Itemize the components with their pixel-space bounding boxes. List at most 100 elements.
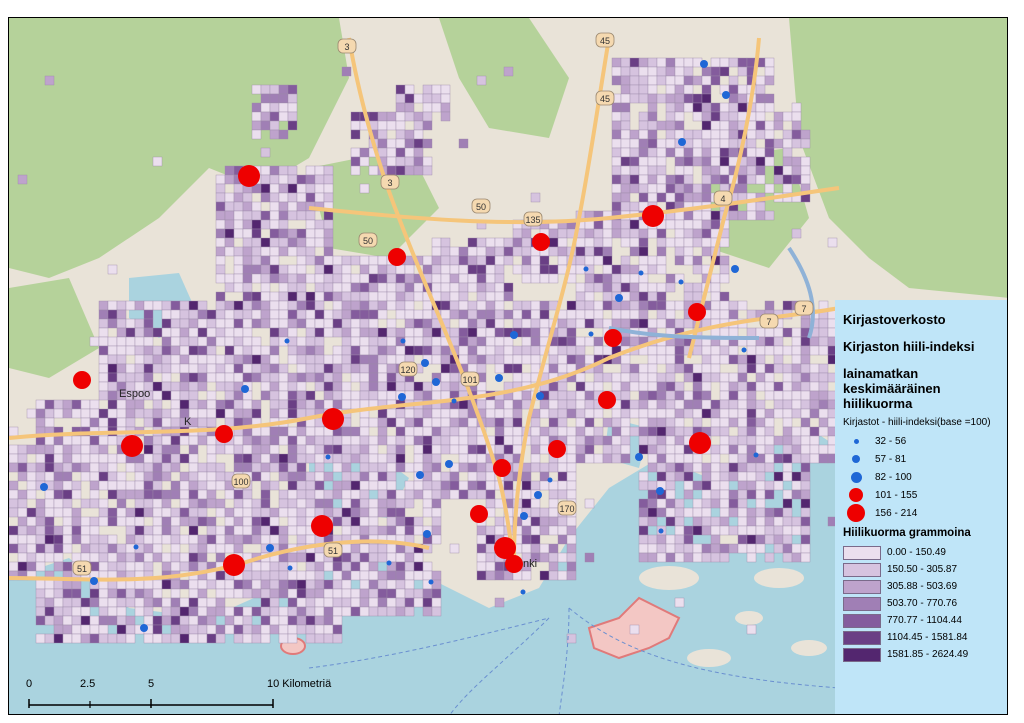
library-point[interactable] (536, 392, 544, 400)
grid-cell (314, 426, 325, 437)
library-point[interactable] (731, 265, 739, 273)
library-point[interactable] (470, 505, 488, 523)
grid-cell (107, 561, 118, 572)
library-point[interactable] (445, 460, 453, 468)
grid-cell (530, 480, 541, 491)
library-point[interactable] (311, 515, 333, 537)
grid-cell (404, 345, 415, 356)
grid-cell (404, 579, 415, 590)
library-point[interactable] (510, 331, 518, 339)
grid-cell (665, 219, 676, 230)
grid-cell (620, 111, 631, 122)
library-point[interactable] (688, 303, 706, 321)
library-point[interactable] (388, 248, 406, 266)
library-point[interactable] (241, 385, 249, 393)
library-point[interactable] (493, 459, 511, 477)
library-point[interactable] (432, 378, 440, 386)
grid-cell (737, 399, 748, 410)
library-point[interactable] (215, 425, 233, 443)
grid-cell (53, 624, 64, 635)
grid-cell (107, 480, 118, 491)
library-point[interactable] (40, 483, 48, 491)
library-point[interactable] (520, 512, 528, 520)
library-point[interactable] (238, 165, 260, 187)
library-point[interactable] (700, 60, 708, 68)
library-point[interactable] (598, 391, 616, 409)
library-point[interactable] (658, 528, 664, 534)
library-point[interactable] (140, 624, 148, 632)
grid-cell (107, 318, 118, 329)
grid-cell (359, 561, 370, 572)
library-point[interactable] (325, 454, 331, 460)
library-point[interactable] (400, 338, 406, 344)
library-point[interactable] (638, 270, 644, 276)
grid-cell (206, 390, 217, 401)
grid-cell (566, 336, 577, 347)
library-point[interactable] (548, 440, 566, 458)
grid-cell (197, 408, 208, 419)
library-point[interactable] (532, 233, 550, 251)
library-point[interactable] (741, 347, 747, 353)
library-point[interactable] (322, 408, 344, 430)
grid-cell (521, 372, 532, 383)
library-point[interactable] (520, 589, 526, 595)
library-point[interactable] (547, 477, 553, 483)
library-point[interactable] (73, 371, 91, 389)
grid-cell (278, 327, 289, 338)
library-point[interactable] (421, 359, 429, 367)
library-point[interactable] (386, 560, 392, 566)
grid-cell (431, 507, 442, 518)
grid-cell (647, 345, 658, 356)
library-point[interactable] (505, 555, 523, 573)
grid-cell (242, 264, 253, 275)
library-point[interactable] (642, 205, 664, 227)
grid-cell (674, 165, 685, 176)
grid-cell (125, 561, 136, 572)
library-point[interactable] (416, 471, 424, 479)
library-point[interactable] (398, 393, 406, 401)
library-point[interactable] (615, 294, 623, 302)
library-point[interactable] (266, 544, 274, 552)
library-point[interactable] (678, 138, 686, 146)
grid-cell (791, 471, 802, 482)
grid-cell (296, 498, 307, 509)
library-point[interactable] (753, 452, 759, 458)
grid-cell (233, 282, 244, 293)
library-point[interactable] (133, 544, 139, 550)
grid-cell (539, 444, 550, 455)
grid-cell (530, 327, 541, 338)
grid-cell (782, 399, 793, 410)
grid-cell (485, 480, 496, 491)
grid-cell (539, 435, 550, 446)
grid-cell (278, 525, 289, 536)
library-point[interactable] (722, 91, 730, 99)
library-point[interactable] (689, 432, 711, 454)
grid-cell (251, 453, 262, 464)
library-point[interactable] (588, 331, 594, 337)
library-point[interactable] (656, 487, 664, 495)
grid-cell (17, 489, 28, 500)
library-point[interactable] (121, 435, 143, 457)
library-point[interactable] (287, 565, 293, 571)
grid-cell (638, 372, 649, 383)
library-point[interactable] (495, 374, 503, 382)
library-point[interactable] (451, 398, 457, 404)
library-point[interactable] (635, 453, 643, 461)
grid-cell (251, 588, 262, 599)
map-frame[interactable]: 3 45 45 3 50 135 50 4 7 7 101 120 170 51 51 100 Espoo K… (8, 17, 1008, 715)
grid-cell (314, 327, 325, 338)
grid-cell (332, 345, 343, 356)
library-point[interactable] (284, 338, 290, 344)
library-point[interactable] (534, 491, 542, 499)
library-point[interactable] (678, 279, 684, 285)
grid-cell (161, 345, 172, 356)
library-point[interactable] (583, 266, 589, 272)
library-point[interactable] (223, 554, 245, 576)
grid-cell (323, 354, 334, 365)
library-point[interactable] (90, 577, 98, 585)
library-point[interactable] (428, 579, 434, 585)
library-point[interactable] (423, 530, 431, 538)
library-point[interactable] (604, 329, 622, 347)
grid-cell (683, 129, 694, 140)
grid-cell (170, 462, 181, 473)
